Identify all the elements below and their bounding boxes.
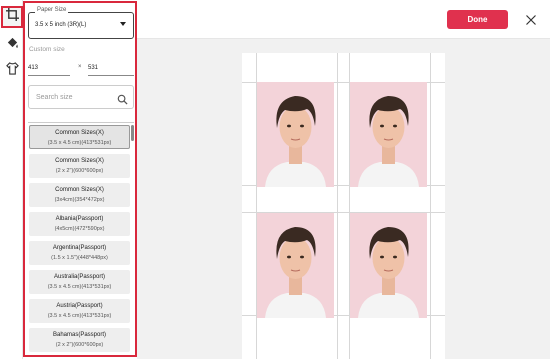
size-item-dimensions: (3.5 x 4.5 cm)(413*531px) (47, 313, 112, 319)
size-item[interactable]: Common Sizes(X) (3.5 x 4.5 cm)(413*531px… (29, 125, 130, 149)
fill-bucket-icon (6, 36, 19, 54)
custom-size-label: Custom size (29, 46, 65, 53)
passport-photo (257, 82, 334, 187)
size-item-dimensions: (3.5 x 4.5 cm)(413*531px) (47, 284, 112, 290)
close-icon[interactable] (525, 13, 537, 25)
print-sheet-preview (242, 53, 445, 359)
search-placeholder: Search size (36, 94, 73, 101)
size-search-input[interactable]: Search size (28, 85, 134, 109)
size-item[interactable]: Common Sizes(X) (2 x 2")(600*600px) (29, 154, 130, 178)
size-item-dimensions: (2 x 2")(600*600px) (55, 168, 104, 174)
dimension-separator: × (78, 64, 82, 70)
crop-icon (5, 8, 19, 26)
passport-photo (350, 213, 427, 318)
search-icon[interactable] (117, 92, 128, 105)
passport-photo (257, 213, 334, 318)
paper-size-value: 3.5 x 5 inch (3R)(L) (35, 22, 87, 28)
list-scrollbar[interactable] (131, 125, 134, 141)
size-item-dimensions: (4x5cm)(472*590px) (54, 226, 105, 232)
size-item[interactable]: Bahamas(Passport) (2 x 2")(600*600px) (29, 328, 130, 352)
size-item-name: Albania(Passport) (55, 216, 104, 222)
size-item-name: Australia(Passport) (53, 274, 106, 280)
size-item-name: Argentina(Passport) (52, 245, 107, 251)
paper-size-label: Paper Size (35, 7, 69, 13)
size-item[interactable]: Common Sizes(X) (3x4cm)(354*472px) (29, 183, 130, 207)
paper-size-select[interactable]: Paper Size 3.5 x 5 inch (3R)(L) (28, 7, 134, 39)
cut-guide (430, 53, 431, 359)
clothing-tool-button[interactable] (3, 62, 21, 80)
size-item-name: Bahamas(Passport) (52, 332, 107, 338)
custom-height-input[interactable]: 531 (88, 63, 134, 76)
done-button[interactable]: Done (447, 10, 508, 29)
size-item-name: Common Sizes(X) (55, 187, 104, 193)
size-item-dimensions: (3.5 x 4.5 cm)(413*531px) (47, 140, 112, 146)
size-item-name: Austria(Passport) (56, 303, 103, 309)
passport-photo-editor: Paper Size 3.5 x 5 inch (3R)(L) Custom s… (0, 0, 550, 359)
size-item[interactable]: Argentina(Passport) (1.5 x 1.5")(448*448… (29, 241, 130, 265)
size-item-dimensions: (3x4cm)(354*472px) (54, 197, 105, 203)
size-list: Common Sizes(X) (3.5 x 4.5 cm)(413*531px… (28, 122, 134, 355)
crop-tool-button[interactable] (1, 6, 23, 28)
size-settings-panel: Paper Size 3.5 x 5 inch (3R)(L) Custom s… (23, 1, 137, 357)
size-item[interactable]: Australia(Passport) (3.5 x 4.5 cm)(413*5… (29, 270, 130, 294)
tool-rail (0, 0, 23, 359)
shirt-icon (5, 62, 19, 80)
background-fill-tool-button[interactable] (3, 36, 21, 54)
custom-width-input[interactable]: 413 (28, 63, 70, 76)
size-item-dimensions: (2 x 2")(600*600px) (55, 342, 104, 348)
size-item[interactable]: Austria(Passport) (3.5 x 4.5 cm)(413*531… (29, 299, 130, 323)
size-item[interactable]: Albania(Passport) (4x5cm)(472*590px) (29, 212, 130, 236)
preview-canvas (137, 39, 550, 359)
cut-guide (337, 53, 338, 359)
size-item-name: Common Sizes(X) (55, 130, 104, 136)
size-item-name: Common Sizes(X) (55, 158, 104, 164)
chevron-down-icon (120, 22, 126, 26)
size-item-dimensions: (1.5 x 1.5")(448*448px) (51, 255, 108, 261)
passport-photo (350, 82, 427, 187)
